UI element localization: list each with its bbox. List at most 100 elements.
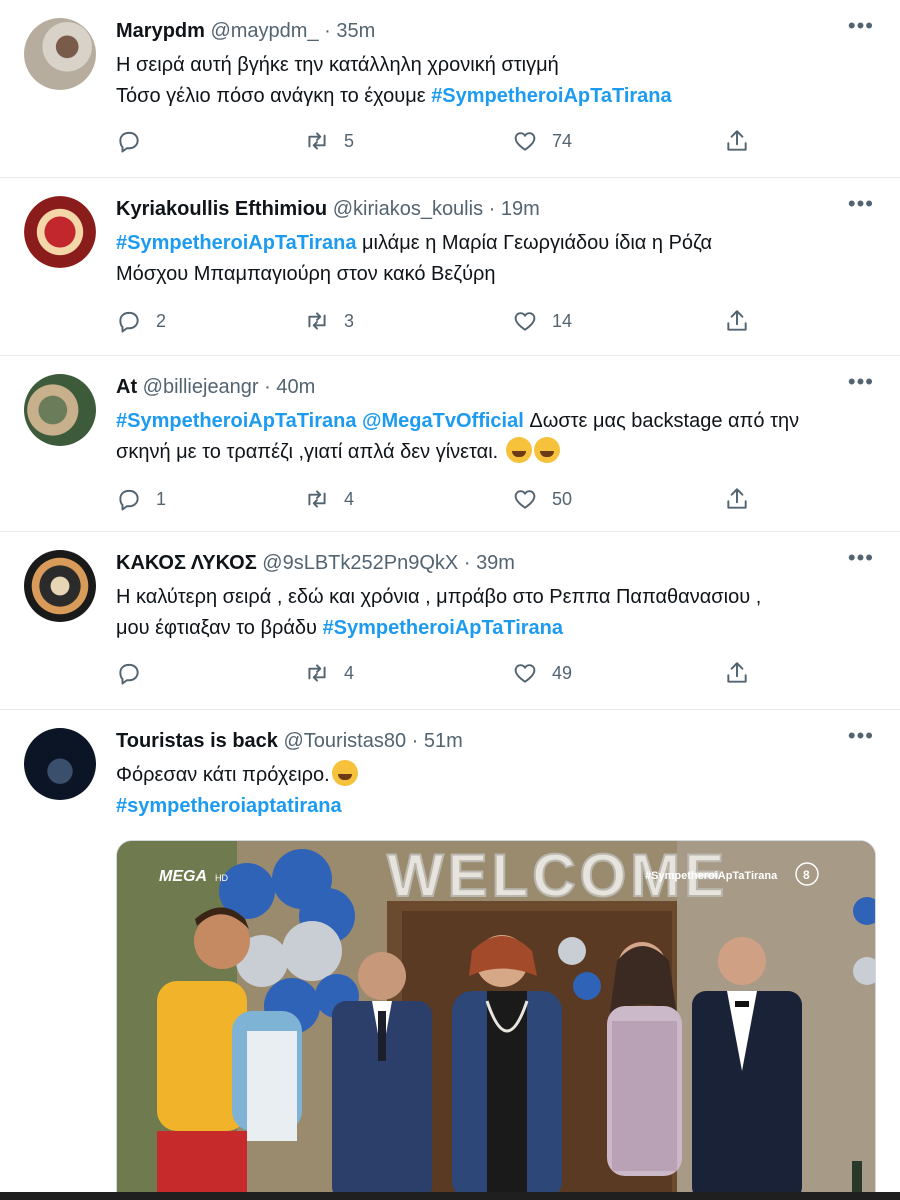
tweet-text-fragment: Δωστε μας backstage από την [523, 410, 800, 432]
author-handle[interactable]: @billiejeangr [143, 376, 259, 398]
tweet-header: At @billiejeangr · 40m [116, 374, 315, 400]
tweet[interactable]: At @billiejeangr · 40m ••• #SympetheroiA… [0, 356, 900, 532]
channel-logo: MEGA [159, 868, 207, 885]
more-options-icon[interactable]: ••• [848, 725, 874, 747]
tweet-text-fragment: μου έφτιαξαν το βράδυ [116, 617, 323, 639]
author-name[interactable]: At [116, 376, 137, 398]
tweet-text-line: Μόσχου Μπαμπαγιούρη στον κακό Βεζύρη [116, 263, 496, 285]
avatar[interactable] [24, 550, 96, 622]
separator-dot: · [324, 20, 331, 42]
author-name[interactable]: ΚΑΚΟΣ ΛΥΚΟΣ [116, 552, 257, 574]
tweet-text-line: Η σειρά αυτή βγήκε την κατάλληλη χρονική… [116, 54, 559, 76]
tweet-time[interactable]: 40m [276, 376, 315, 398]
heart-icon [512, 486, 538, 512]
tears-of-joy-emoji [533, 437, 560, 463]
reply-button[interactable] [116, 126, 156, 156]
like-button[interactable]: 14 [512, 306, 572, 336]
tweet-actions: 2 3 14 [116, 306, 766, 336]
reply-icon [116, 128, 142, 154]
tweet-time[interactable]: 51m [424, 730, 463, 752]
separator-dot: · [463, 552, 471, 574]
mention-link[interactable]: @MegaTvOfficial [362, 410, 524, 432]
more-options-icon[interactable]: ••• [848, 371, 874, 393]
retweet-count: 4 [344, 488, 355, 509]
like-count: 50 [552, 488, 573, 509]
tweet-text: #SympetheroiApTaTirana μιλάμε η Μαρία Γε… [116, 228, 876, 290]
share-button[interactable] [724, 126, 750, 156]
heart-icon [512, 308, 538, 334]
tweet-text-line: #SympetheroiApTaTirana @MegaTvOfficial Δ… [116, 406, 876, 437]
more-options-icon[interactable]: ••• [848, 547, 874, 569]
tweet-actions: 4 49 [116, 658, 766, 688]
retweet-count: 4 [344, 662, 355, 683]
reply-button[interactable]: 1 [116, 484, 166, 514]
tweet-text: Φόρεσαν κάτι πρόχειρο. #sympetheroiaptat… [116, 760, 876, 822]
separator-dot: · [488, 198, 496, 220]
reply-button[interactable] [116, 658, 156, 688]
retweet-button[interactable]: 4 [304, 484, 354, 514]
reply-count: 1 [156, 488, 167, 509]
like-button[interactable]: 49 [512, 658, 572, 688]
avatar[interactable] [24, 728, 96, 800]
share-icon [724, 660, 750, 686]
tweet[interactable]: Marypdm @maypdm_ · 35m ••• Η σειρά αυτή … [0, 0, 900, 178]
author-name[interactable]: Touristas is back [116, 730, 278, 752]
author-name[interactable]: Kyriakoullis Efthimiou [116, 198, 327, 220]
author-handle[interactable]: @9sLBTk252Pn9QkX [262, 552, 458, 574]
share-icon [724, 128, 750, 154]
retweet-button[interactable]: 3 [304, 306, 354, 336]
tweet-text-fragment: Φόρεσαν κάτι πρόχειρο. [116, 764, 330, 786]
like-count: 49 [552, 662, 573, 683]
tweet-header: Touristas is back @Touristas80 · 51m [116, 728, 463, 754]
avatar[interactable] [24, 374, 96, 446]
tweet-text: Η καλύτερη σειρά , εδώ και χρόνια , μπρά… [116, 582, 876, 644]
hashtag-link[interactable]: #sympetheroiaptatirana [116, 795, 342, 817]
tweet-header: Kyriakoullis Efthimiou @kiriakos_koulis … [116, 196, 540, 222]
avatar[interactable] [24, 196, 96, 268]
share-icon [724, 308, 750, 334]
rating-badge: 8 [803, 868, 810, 882]
tweet-text: Η σειρά αυτή βγήκε την κατάλληλη χρονική… [116, 50, 876, 112]
separator-dot: · [411, 730, 419, 752]
retweet-icon [304, 128, 330, 154]
retweet-count: 3 [344, 310, 355, 331]
like-count: 74 [552, 130, 573, 151]
more-options-icon[interactable]: ••• [848, 193, 874, 215]
author-name[interactable]: Marypdm [116, 20, 205, 42]
hashtag-link[interactable]: #SympetheroiApTaTirana [323, 617, 563, 639]
share-button[interactable] [724, 484, 750, 514]
author-handle[interactable]: @maypdm_ [210, 20, 318, 42]
like-button[interactable]: 74 [512, 126, 572, 156]
retweet-button[interactable]: 4 [304, 658, 354, 688]
separator-dot: · [264, 376, 271, 398]
share-icon [724, 486, 750, 512]
tweet-time[interactable]: 35m [336, 20, 375, 42]
hashtag-link[interactable]: #SympetheroiApTaTirana [431, 85, 671, 107]
reply-button[interactable]: 2 [116, 306, 166, 336]
share-button[interactable] [724, 306, 750, 336]
more-options-icon[interactable]: ••• [848, 15, 874, 37]
avatar[interactable] [24, 18, 96, 90]
tears-of-joy-emoji [505, 437, 532, 463]
tweet-time[interactable]: 39m [476, 552, 515, 574]
author-handle[interactable]: @kiriakos_koulis [333, 198, 483, 220]
tweet[interactable]: Kyriakoullis Efthimiou @kiriakos_koulis … [0, 178, 900, 356]
tweet-text: #SympetheroiApTaTirana @MegaTvOfficial Δ… [116, 406, 876, 468]
tweet-text-line: #SympetheroiApTaTirana μιλάμε η Μαρία Γε… [116, 228, 876, 259]
author-handle[interactable]: @Touristas80 [283, 730, 406, 752]
tweet[interactable]: ΚΑΚΟΣ ΛΥΚΟΣ @9sLBTk252Pn9QkX · 39m ••• Η… [0, 532, 900, 710]
tweet[interactable]: Touristas is back @Touristas80 · 51m •••… [0, 710, 900, 1200]
hashtag-link[interactable]: #SympetheroiApTaTirana [116, 410, 356, 432]
reply-icon [116, 660, 142, 686]
hashtag-link[interactable]: #SympetheroiApTaTirana [116, 232, 356, 254]
tweet-header: ΚΑΚΟΣ ΛΥΚΟΣ @9sLBTk252Pn9QkX · 39m [116, 550, 515, 576]
tweet-media-image[interactable]: WELCOME MEGA HD #SympetheroiApTaTirana 8 [116, 840, 876, 1200]
share-button[interactable] [724, 658, 750, 688]
tweet-actions: 5 74 [116, 126, 766, 156]
retweet-button[interactable]: 5 [304, 126, 354, 156]
like-count: 14 [552, 310, 573, 331]
like-button[interactable]: 50 [512, 484, 572, 514]
tweet-time[interactable]: 19m [501, 198, 540, 220]
retweet-count: 5 [344, 130, 355, 151]
reply-icon [116, 486, 142, 512]
